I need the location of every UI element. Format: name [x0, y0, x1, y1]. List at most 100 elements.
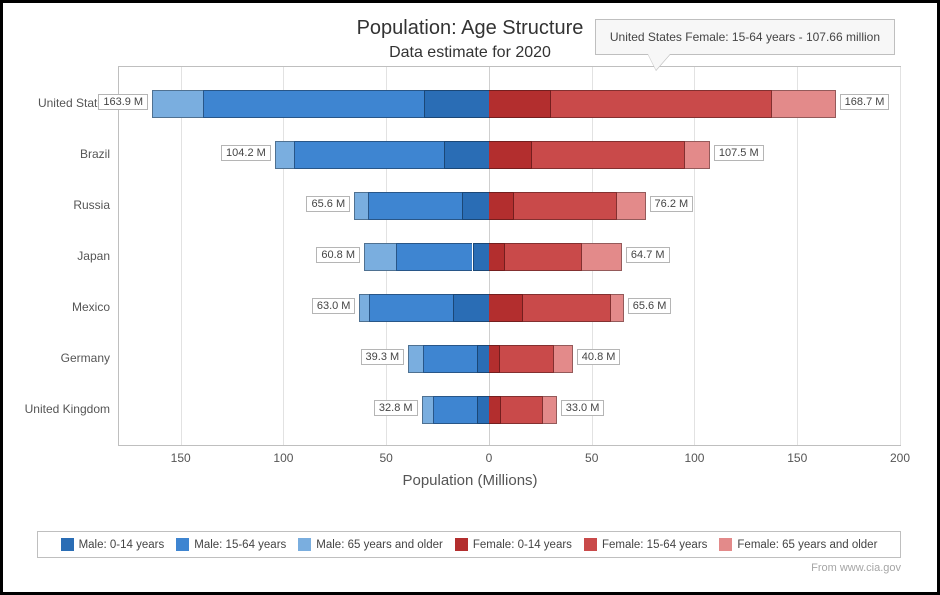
male-total-label: 104.2 M — [221, 145, 271, 161]
male-total-label: 65.6 M — [306, 196, 350, 212]
chart-wrap: United StatesBrazilRussiaJapanMexicoGerm… — [33, 66, 907, 489]
bar-segment-male[interactable] — [369, 294, 453, 322]
bar-segment-male[interactable] — [364, 243, 396, 271]
bar-segment-female[interactable] — [582, 243, 622, 271]
bar-segment-male[interactable] — [396, 243, 472, 271]
female-total-label: 65.6 M — [628, 298, 672, 314]
male-total-label: 32.8 M — [374, 400, 418, 416]
female-total-label: 64.7 M — [626, 247, 670, 263]
legend-item[interactable]: Female: 15-64 years — [584, 538, 707, 551]
legend-label: Female: 0-14 years — [473, 539, 572, 551]
source-text: From www.cia.gov — [33, 562, 901, 574]
x-tick-label: 50 — [585, 451, 598, 465]
bar-row: 39.3 M 40.8 M — [119, 345, 900, 373]
tooltip-text: United States Female: 15-64 years - 107.… — [610, 30, 880, 44]
bar-segment-female[interactable] — [489, 294, 523, 322]
legend-swatch-icon — [719, 538, 732, 551]
bar-segment-female[interactable] — [685, 141, 710, 169]
bar-segment-male[interactable] — [423, 345, 477, 373]
legend-label: Female: 15-64 years — [602, 539, 707, 551]
x-tick-label: 150 — [787, 451, 807, 465]
bar-segment-female[interactable] — [489, 90, 551, 118]
bar-segment-female[interactable] — [617, 192, 646, 220]
bar-segment-male[interactable] — [354, 192, 368, 220]
y-tick-label: Russia — [73, 198, 110, 212]
bar-segment-female[interactable] — [500, 345, 553, 373]
male-total-label: 39.3 M — [361, 349, 405, 365]
legend-item[interactable]: Male: 15-64 years — [176, 538, 286, 551]
bar-segment-male[interactable] — [368, 192, 463, 220]
legend-swatch-icon — [298, 538, 311, 551]
tooltip-callout-icon — [648, 54, 670, 70]
bar-segment-male[interactable] — [424, 90, 489, 118]
x-tick-label: 200 — [890, 451, 910, 465]
bar-segment-male[interactable] — [408, 345, 422, 373]
bar-segment-female[interactable] — [489, 396, 501, 424]
bar-segment-male[interactable] — [359, 294, 369, 322]
bar-segment-male[interactable] — [477, 345, 489, 373]
bar-segment-male[interactable] — [275, 141, 294, 169]
bar-segment-female[interactable] — [514, 192, 617, 220]
legend-item[interactable]: Female: 0-14 years — [455, 538, 572, 551]
legend-label: Male: 65 years and older — [316, 539, 443, 551]
bar-segment-female[interactable] — [489, 141, 532, 169]
bar-segment-male[interactable] — [462, 192, 489, 220]
chart-window: Population: Age Structure Data estimate … — [0, 0, 940, 595]
bar-segment-female[interactable] — [554, 345, 573, 373]
legend-item[interactable]: Female: 65 years and older — [719, 538, 877, 551]
x-tick-label: 0 — [486, 451, 493, 465]
bar-segment-female[interactable] — [489, 192, 514, 220]
x-axis-title: Population (Millions) — [33, 472, 907, 489]
y-tick-label: Brazil — [80, 147, 110, 161]
bar-segment-male[interactable] — [152, 90, 203, 118]
legend-label: Male: 0-14 years — [79, 539, 165, 551]
legend-label: Male: 15-64 years — [194, 539, 286, 551]
legend-swatch-icon — [455, 538, 468, 551]
bar-segment-female[interactable] — [551, 90, 772, 118]
bar-segment-female[interactable] — [501, 396, 544, 424]
x-tick-label: 100 — [273, 451, 293, 465]
legend-label: Female: 65 years and older — [737, 539, 877, 551]
bar-segment-male[interactable] — [444, 141, 489, 169]
male-total-label: 63.0 M — [312, 298, 356, 314]
bar-segment-male[interactable] — [473, 243, 489, 271]
legend-swatch-icon — [61, 538, 74, 551]
bar-segment-female[interactable] — [611, 294, 623, 322]
female-total-label: 40.8 M — [577, 349, 621, 365]
bar-row: 60.8 M64.7 M — [119, 243, 900, 271]
legend: Male: 0-14 years Male: 15-64 years Male: 6… — [37, 531, 901, 558]
bar-row: 65.6 M76.2 M — [119, 192, 900, 220]
female-total-label: 33.0 M — [561, 400, 605, 416]
male-total-label: 163.9 M — [98, 94, 148, 110]
y-axis-labels: United StatesBrazilRussiaJapanMexicoGerm… — [33, 66, 118, 489]
bar-row: 104.2 M 107.5 M — [119, 141, 900, 169]
y-tick-label: Mexico — [72, 300, 110, 314]
bar-segment-female[interactable] — [523, 294, 611, 322]
bar-segment-female[interactable] — [489, 243, 505, 271]
bar-row: 163.9 M168.7 M — [119, 90, 900, 118]
female-total-label: 107.5 M — [714, 145, 764, 161]
bar-segment-female[interactable] — [772, 90, 836, 118]
x-tick-label: 50 — [379, 451, 392, 465]
tooltip: United States Female: 15-64 years - 107.… — [595, 19, 895, 55]
gridline — [900, 67, 901, 445]
bar-segment-female[interactable] — [489, 345, 500, 373]
legend-swatch-icon — [176, 538, 189, 551]
legend-item[interactable]: Male: 65 years and older — [298, 538, 443, 551]
bar-segment-male[interactable] — [433, 396, 476, 424]
bar-segment-female[interactable] — [543, 396, 556, 424]
bar-segment-male[interactable] — [453, 294, 489, 322]
female-total-label: 168.7 M — [840, 94, 890, 110]
bar-segment-female[interactable] — [532, 141, 685, 169]
y-tick-label: United Kingdom — [25, 402, 110, 416]
bar-segment-male[interactable] — [422, 396, 434, 424]
x-tick-label: 100 — [684, 451, 704, 465]
bar-segment-female[interactable] — [505, 243, 582, 271]
bar-segment-male[interactable] — [477, 396, 489, 424]
legend-item[interactable]: Male: 0-14 years — [61, 538, 165, 551]
x-tick-label: 150 — [171, 451, 191, 465]
legend-swatch-icon — [584, 538, 597, 551]
bar-row: 63.0 M 65.6 M — [119, 294, 900, 322]
bar-segment-male[interactable] — [203, 90, 424, 118]
bar-segment-male[interactable] — [294, 141, 444, 169]
